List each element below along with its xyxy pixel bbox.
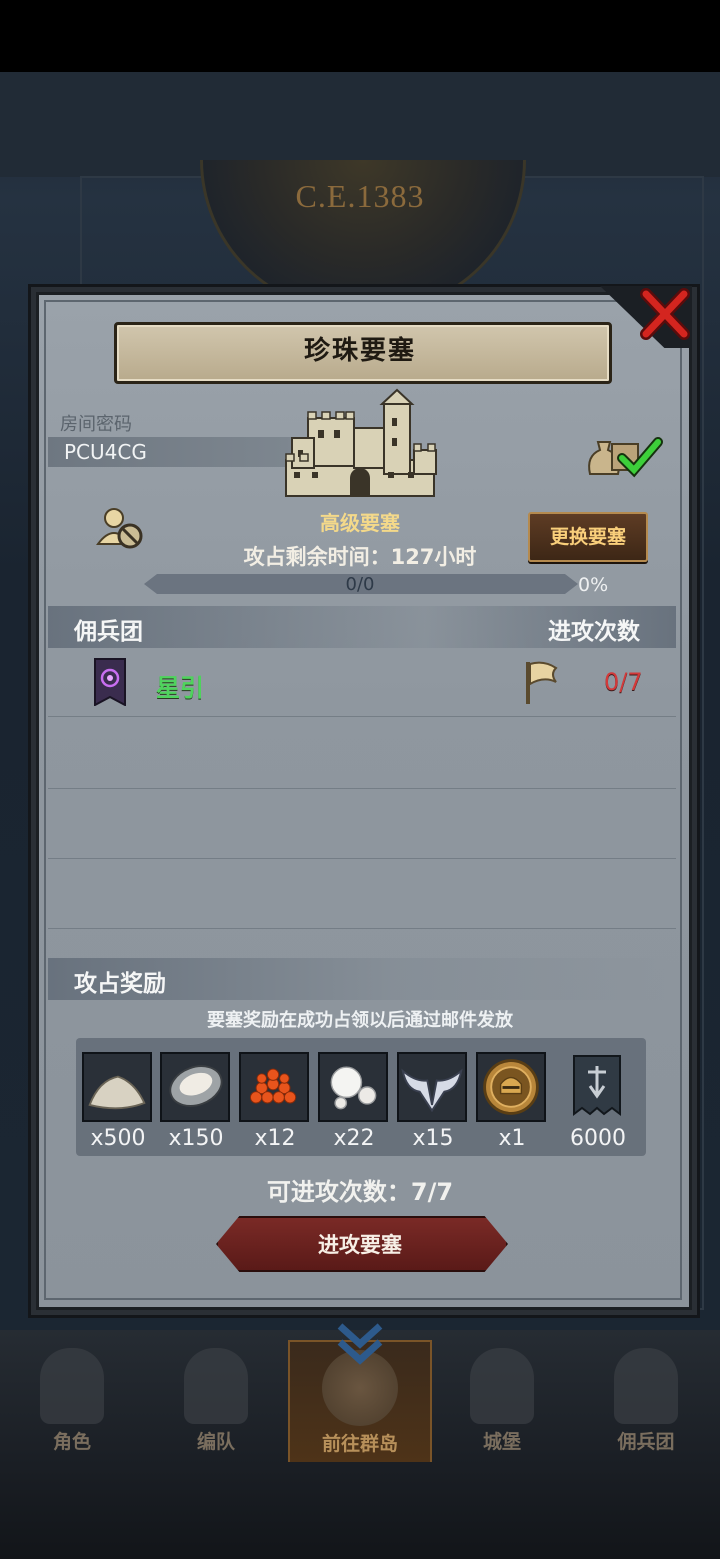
nav-item-character[interactable]: 角色 (2, 1340, 142, 1460)
nav-label: 佣兵团 (617, 1431, 675, 1453)
formation-icon (184, 1348, 248, 1424)
reward-item[interactable]: x500 (82, 1052, 154, 1156)
pearl-icon (330, 1066, 377, 1110)
reward-item[interactable]: x1 (476, 1052, 548, 1156)
character-icon (40, 1348, 104, 1424)
nav-label: 城堡 (482, 1431, 521, 1453)
time-remaining: 攻占剩余时间：127小时 (243, 545, 477, 569)
close-icon[interactable] (636, 286, 692, 342)
column-header-mercenary: 佣兵团 (74, 619, 143, 645)
reward-item[interactable]: x22 (318, 1052, 390, 1156)
castle-icon (470, 1348, 534, 1424)
fish-roe-icon (249, 1068, 297, 1104)
attack-fortress-label: 进攻要塞 (318, 1233, 402, 1257)
supply-check-icon[interactable] (584, 430, 664, 478)
room-code-value: PCU4CG (64, 440, 147, 464)
fortress-icon (285, 388, 437, 497)
progress-percent: 0% (578, 574, 609, 596)
winged-emblem-icon (401, 1068, 463, 1113)
nav-item-formation[interactable]: 编队 (146, 1340, 286, 1460)
reward-item[interactable]: x15 (397, 1052, 469, 1156)
mercenary-icon (614, 1348, 678, 1424)
empty-row (48, 858, 676, 929)
rewards-title: 攻占奖励 (74, 971, 166, 997)
column-header-attacks: 进攻次数 (548, 619, 640, 645)
change-fortress-label: 更换要塞 (549, 526, 626, 548)
empty-row (48, 718, 676, 789)
empty-row (48, 788, 676, 859)
oyster-icon (169, 1065, 223, 1107)
nav-item-castle[interactable]: 城堡 (432, 1340, 572, 1460)
nav-label: 角色 (52, 1431, 91, 1453)
reward-qty: 6000 (570, 1126, 626, 1151)
knight-helmet-coin-icon (483, 1059, 539, 1115)
reward-qty: x1 (498, 1126, 526, 1151)
banner-icon (573, 1055, 621, 1116)
nav-label: 前往群岛 (321, 1433, 398, 1455)
reward-item[interactable]: x150 (160, 1052, 232, 1156)
nav-item-mercenary[interactable]: 佣兵团 (576, 1340, 716, 1460)
room-code-label: 房间密码 (60, 414, 132, 435)
dialog-title: 珍珠要塞 (303, 336, 416, 366)
rewards-note: 要塞奖励在成功占领以后通过邮件发放 (207, 1010, 513, 1031)
progress-count: 0/0 (345, 574, 375, 595)
reward-item[interactable]: 6000 (562, 1052, 634, 1156)
flag-icon (526, 661, 558, 704)
era-text: C.E.1383 (295, 178, 425, 214)
guild-attack-count: 0/7 (604, 668, 643, 696)
guild-name: 星引 (156, 674, 204, 702)
nav-label: 编队 (196, 1431, 235, 1453)
chevron-down-icon (337, 1323, 383, 1365)
guild-emblem-icon (94, 658, 126, 706)
reward-item[interactable]: x12 (239, 1052, 311, 1156)
table-row[interactable] (48, 650, 676, 717)
status-bar (0, 0, 720, 72)
sand-pile-icon (88, 1075, 146, 1110)
available-attacks: 可进攻次数：7/7 (266, 1178, 454, 1206)
fortress-type: 高级要塞 (320, 511, 400, 535)
no-user-icon[interactable] (96, 506, 144, 550)
